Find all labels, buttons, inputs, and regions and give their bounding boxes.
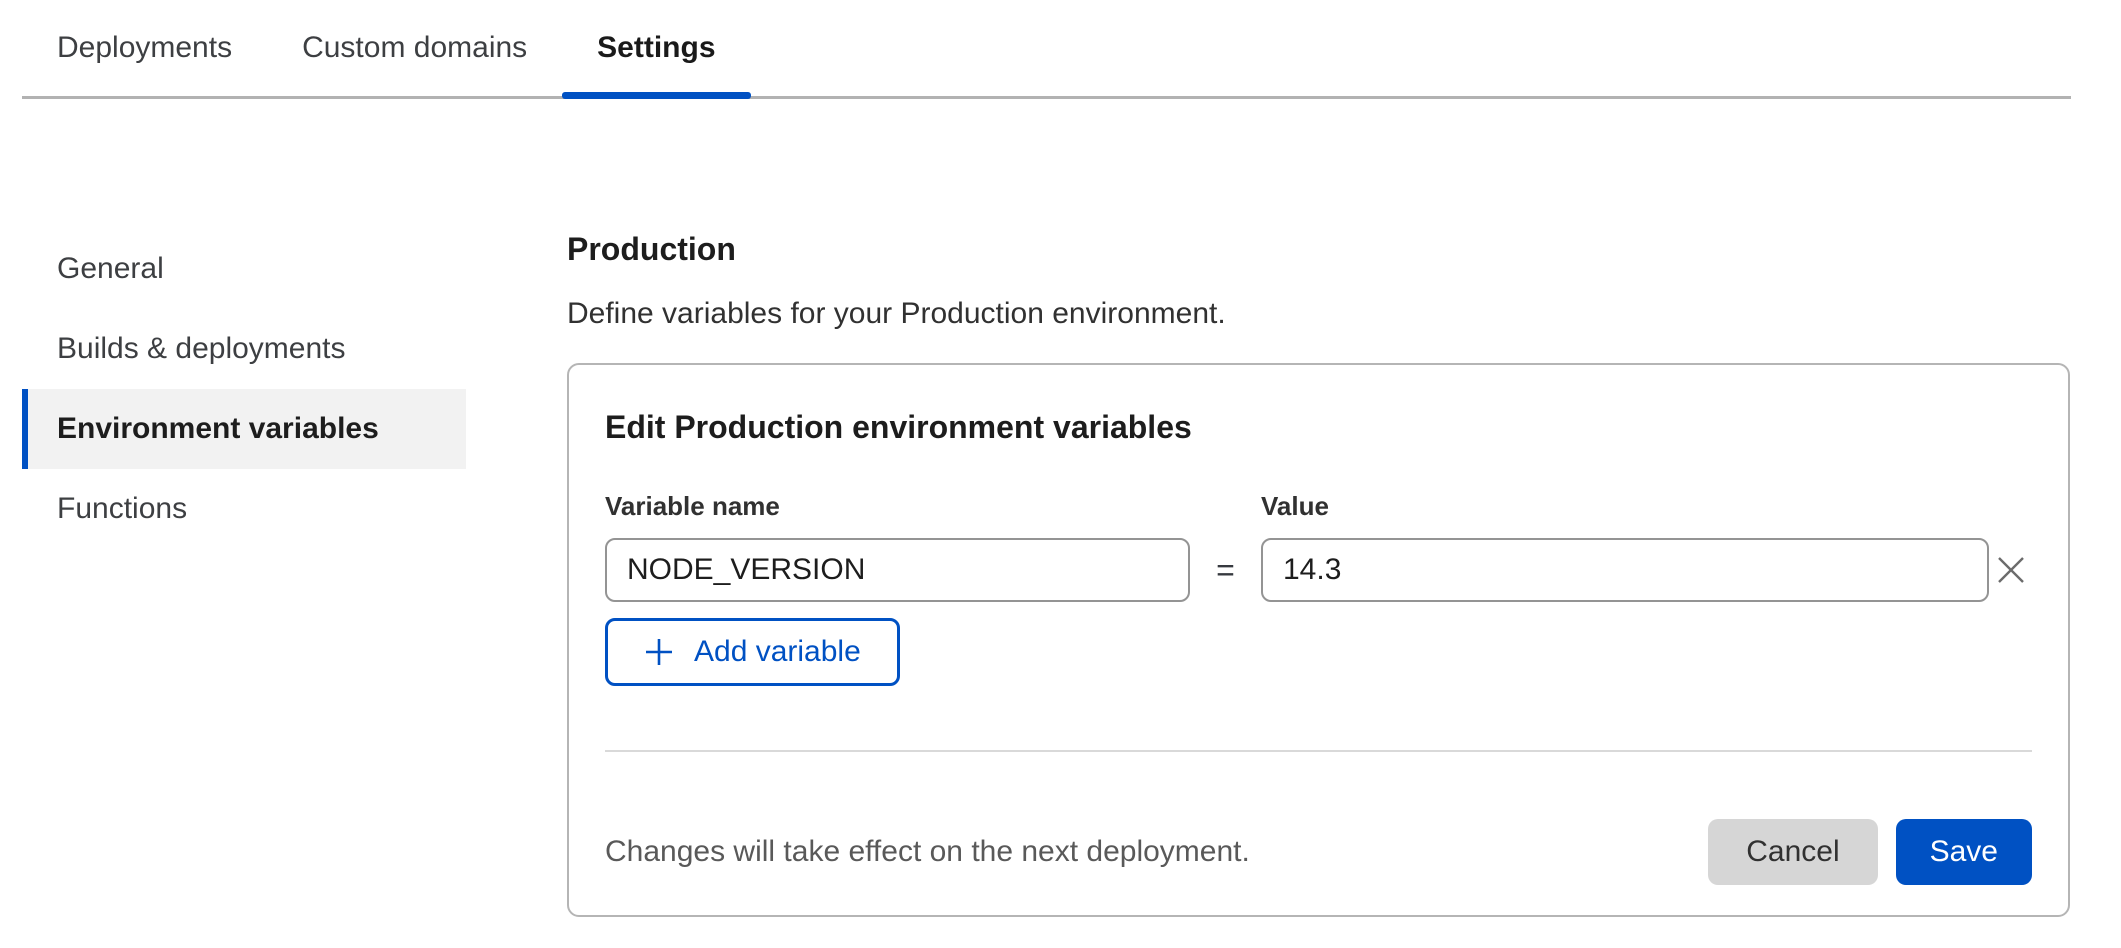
card-footer: Changes will take effect on the next dep… [605,819,2032,885]
environment-variables-card: Edit Production environment variables Va… [567,363,2070,917]
variable-value-input[interactable] [1261,538,1989,602]
add-variable-label: Add variable [694,635,861,669]
tab-settings[interactable]: Settings [562,0,750,96]
section-subtitle: Define variables for your Production env… [567,293,2070,335]
add-variable-button[interactable]: Add variable [605,618,900,686]
card-divider [605,750,2032,752]
save-button[interactable]: Save [1896,819,2032,885]
equals-sign: = [1190,552,1261,589]
settings-sidebar: General Builds & deployments Environment… [22,229,466,917]
footer-actions: Cancel Save [1708,819,2032,885]
close-icon [1995,554,2027,586]
variable-name-input[interactable] [605,538,1190,602]
variable-name-label: Variable name [605,491,1190,522]
settings-layout: General Builds & deployments Environment… [0,229,2121,917]
tab-bar: Deployments Custom domains Settings [22,0,2071,99]
remove-variable-button[interactable] [1989,548,2033,592]
cancel-button[interactable]: Cancel [1708,819,1877,885]
plus-icon [644,637,674,667]
sidebar-item-functions[interactable]: Functions [22,469,466,549]
footer-note: Changes will take effect on the next dep… [605,835,1250,869]
variable-fields-grid: Variable name Value = [605,491,2032,602]
settings-main: Production Define variables for your Pro… [567,229,2070,917]
section-title: Production [567,229,2070,269]
sidebar-item-environment-variables[interactable]: Environment variables [22,389,466,469]
value-label: Value [1261,491,1989,522]
tab-deployments[interactable]: Deployments [22,0,267,96]
card-title: Edit Production environment variables [605,407,2032,447]
tab-custom-domains[interactable]: Custom domains [267,0,562,96]
sidebar-item-builds-deployments[interactable]: Builds & deployments [22,309,466,389]
sidebar-item-general[interactable]: General [22,229,466,309]
